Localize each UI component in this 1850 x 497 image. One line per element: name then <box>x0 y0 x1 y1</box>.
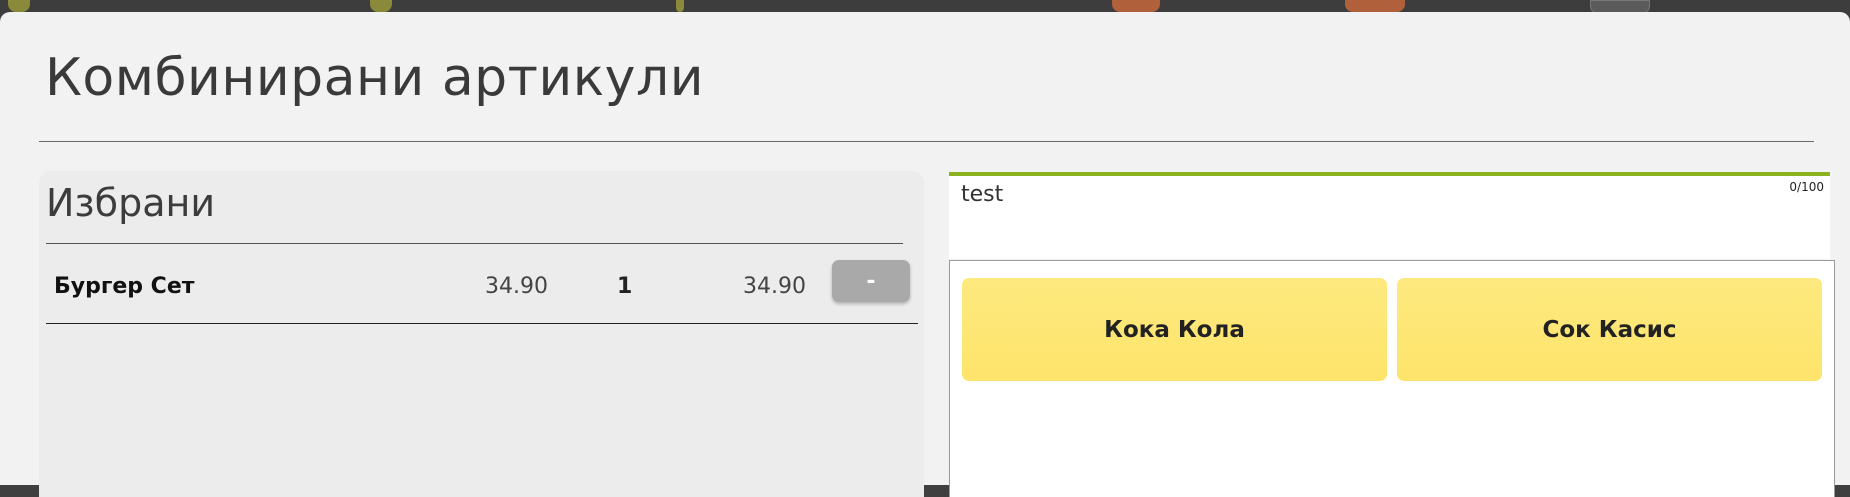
option-button-cassis-juice[interactable]: Сок Касис <box>1397 278 1822 381</box>
combo-options-area: Кока Кола Сок Касис <box>949 260 1835 497</box>
character-counter: 0/100 <box>1789 180 1824 194</box>
modal-title: Комбинирани артикули <box>45 48 704 108</box>
selected-heading: Избрани <box>46 181 216 225</box>
title-divider <box>39 141 1814 142</box>
item-total: 34.90 <box>743 274 806 299</box>
combo-items-modal: Комбинирани артикули Избрани Бургер Сет … <box>0 12 1850 497</box>
item-name: Бургер Сет <box>54 274 195 299</box>
remove-item-button[interactable]: - <box>832 260 910 302</box>
background-element <box>676 0 684 12</box>
background-element <box>1345 0 1405 12</box>
selected-divider <box>46 243 903 244</box>
item-quantity: 1 <box>617 274 633 299</box>
item-price: 34.90 <box>485 274 548 299</box>
note-input[interactable]: test 0/100 <box>949 172 1830 259</box>
selected-item-row: Бургер Сет 34.90 1 34.90 - <box>46 251 918 324</box>
option-button-coca-cola[interactable]: Кока Кола <box>962 278 1387 381</box>
selected-items-panel: Избрани Бургер Сет 34.90 1 34.90 - <box>39 171 924 497</box>
background-element <box>8 0 30 12</box>
note-text: test <box>961 182 1004 207</box>
background-element <box>370 0 392 12</box>
background-element <box>1112 0 1160 12</box>
